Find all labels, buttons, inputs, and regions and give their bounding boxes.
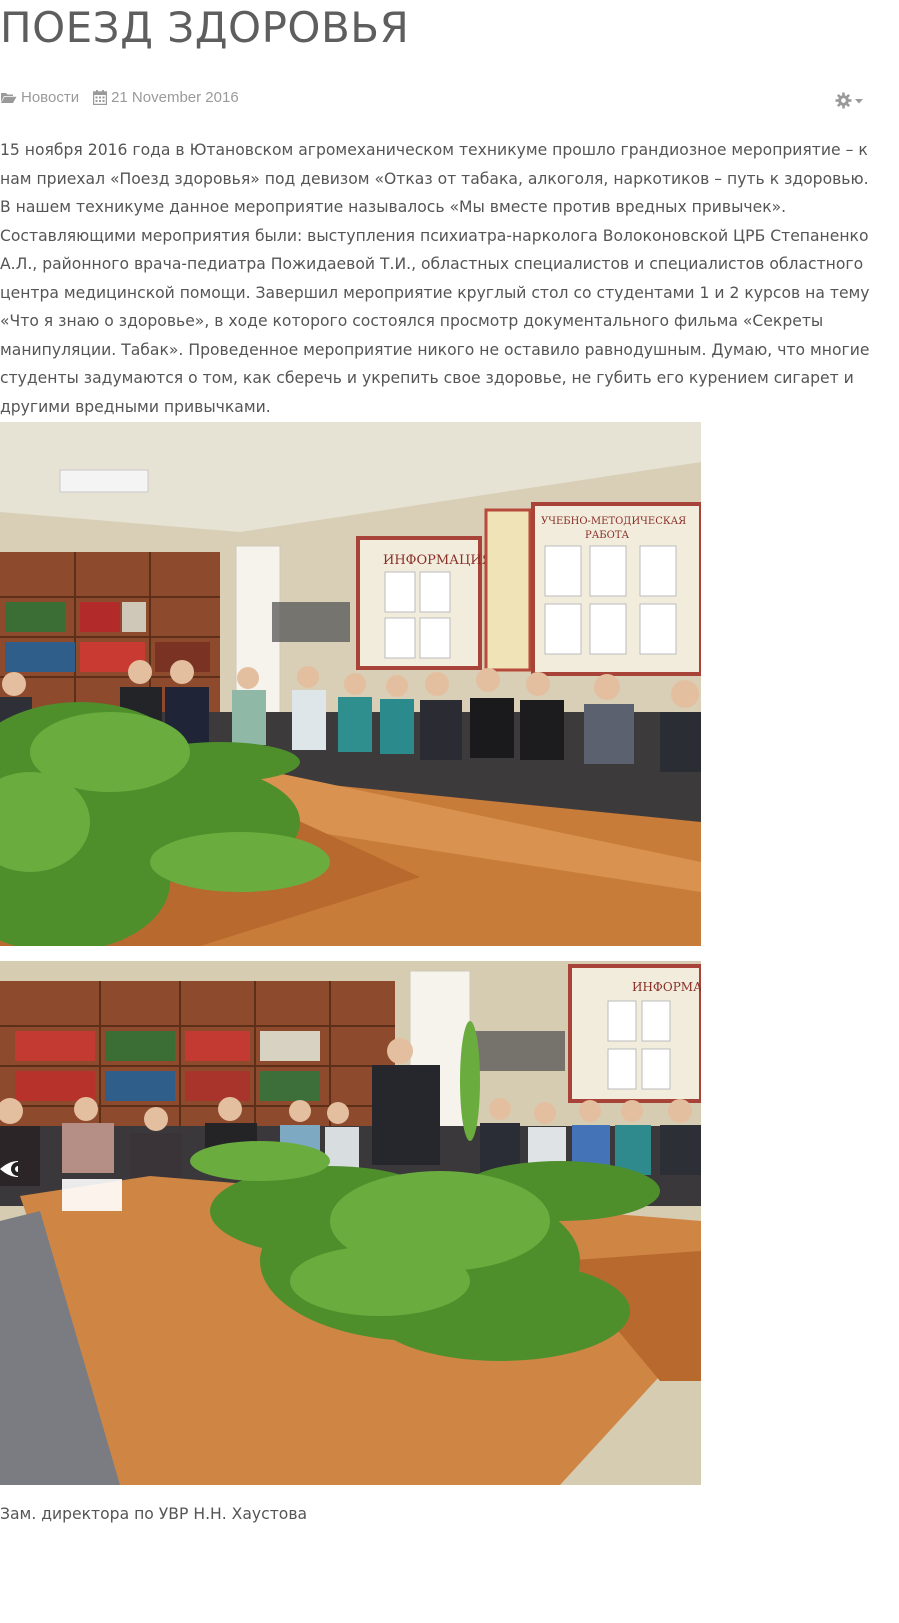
date-item: 21 November 2016 — [93, 89, 239, 106]
gear-icon — [835, 92, 852, 109]
page-title: ПОЕЗД ЗДОРОВЬЯ — [0, 3, 410, 52]
article-meta: Новости 21 November 2016 — [0, 86, 253, 108]
view-toggle-button[interactable] — [0, 1153, 18, 1185]
info-board-label: ИНФОРМАЦИЯ — [383, 553, 492, 568]
article-photo-1: ИНФОРМАЦИЯ УЧЕБНО-МЕТОДИЧЕСКАЯ РАБОТА — [0, 422, 701, 946]
category-item[interactable]: Новости — [0, 89, 79, 106]
category-link[interactable]: Новости — [21, 89, 79, 106]
method-board-label-2: РАБОТА — [585, 530, 630, 541]
article-photo-2: ИНФОРМАЦ — [0, 961, 701, 1485]
publish-date: 21 November 2016 — [111, 88, 239, 106]
article-body: 15 ноября 2016 года в Ютановском агромех… — [0, 141, 870, 416]
info-board-label-2: ИНФОРМАЦ — [632, 980, 701, 994]
calendar-icon — [93, 89, 108, 105]
photo-caption: Зам. директора по УВР Н.Н. Хаустова — [0, 1505, 308, 1523]
method-board-label: УЧЕБНО-МЕТОДИЧЕСКАЯ — [541, 516, 686, 527]
folder-open-icon — [1, 92, 17, 103]
caret-down-icon — [855, 98, 863, 103]
eye-icon — [0, 1161, 18, 1177]
article-tools-button[interactable] — [835, 92, 864, 109]
